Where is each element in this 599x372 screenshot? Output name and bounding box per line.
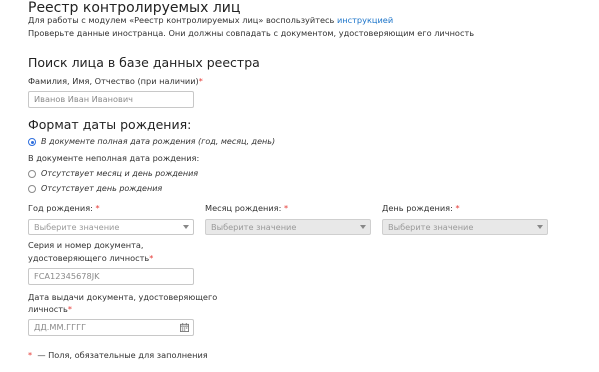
fio-label-row: Фамилия, Имя, Отчество (при наличии)*: [28, 75, 203, 87]
year-select[interactable]: Выберите значение: [28, 219, 194, 235]
required-mark: *: [28, 350, 33, 360]
day-label-row: День рождения: *: [382, 202, 460, 214]
birth-format-heading: Формат даты рождения:: [28, 117, 192, 132]
intro-line: Для работы с модулем «Реестр контролируе…: [28, 14, 393, 26]
year-label-row: Год рождения: *: [28, 202, 100, 214]
required-mark: *: [455, 203, 460, 213]
required-mark: *: [67, 304, 72, 314]
search-heading: Поиск лица в базе данных реестра: [28, 55, 260, 70]
chevron-down-icon: [360, 225, 366, 229]
issue-date-label-row: личность*: [28, 303, 72, 315]
month-label-row: Месяц рождения: *: [205, 202, 288, 214]
issue-date-placeholder: ДД.ММ.ГГГГ: [34, 322, 87, 332]
required-note-text: — Поля, обязательные для заполнения: [37, 350, 208, 360]
day-select[interactable]: Выберите значение: [382, 219, 548, 235]
month-select[interactable]: Выберите значение: [205, 219, 371, 235]
chevron-down-icon: [537, 225, 543, 229]
required-note: * — Поля, обязательные для заполнения: [28, 349, 208, 361]
issue-date-label-2: личность: [28, 304, 68, 314]
month-select-value: Выберите значение: [211, 222, 297, 232]
doc-number-input[interactable]: FCA12345678JK: [28, 268, 194, 285]
instruction-link[interactable]: инструкцией: [337, 15, 393, 25]
required-mark: *: [149, 253, 154, 263]
doc-number-label-2: удостоверяющего личность: [28, 253, 150, 263]
radio-no-month-day[interactable]: [28, 170, 36, 178]
day-select-value: Выберите значение: [388, 222, 474, 232]
radio-no-day-label[interactable]: Отсутствует день рождения: [41, 183, 162, 195]
radio-no-month-day-label[interactable]: Отсутствует месяц и день рождения: [41, 168, 198, 180]
year-label: Год рождения:: [28, 203, 93, 213]
chevron-down-icon: [183, 225, 189, 229]
fio-label: Фамилия, Имя, Отчество (при наличии): [28, 76, 199, 86]
issue-date-input[interactable]: ДД.ММ.ГГГГ: [28, 319, 194, 336]
intro-text: Для работы с модулем «Реестр контролируе…: [28, 15, 335, 25]
required-mark: *: [283, 203, 289, 213]
radio-full-date-label[interactable]: В документе полная дата рождения (год, м…: [41, 136, 275, 148]
day-label: День рождения:: [382, 203, 453, 213]
issue-date-label-1: Дата выдачи документа, удостоверяющего: [28, 292, 218, 302]
partial-date-label: В документе неполная дата рождения:: [28, 153, 200, 163]
radio-no-day[interactable]: [28, 185, 36, 193]
radio-full-date[interactable]: [28, 138, 36, 146]
doc-number-label-1: Серия и номер документа,: [28, 240, 144, 250]
calendar-icon[interactable]: [180, 323, 189, 332]
month-label: Месяц рождения:: [205, 203, 282, 213]
year-select-value: Выберите значение: [34, 222, 120, 232]
required-mark: *: [95, 203, 100, 213]
check-data-note: Проверьте данные иностранца. Они должны …: [28, 28, 475, 38]
fio-input[interactable]: Иванов Иван Иванович: [28, 91, 194, 108]
required-mark: *: [198, 76, 203, 86]
doc-number-label-row: удостоверяющего личность*: [28, 252, 153, 264]
